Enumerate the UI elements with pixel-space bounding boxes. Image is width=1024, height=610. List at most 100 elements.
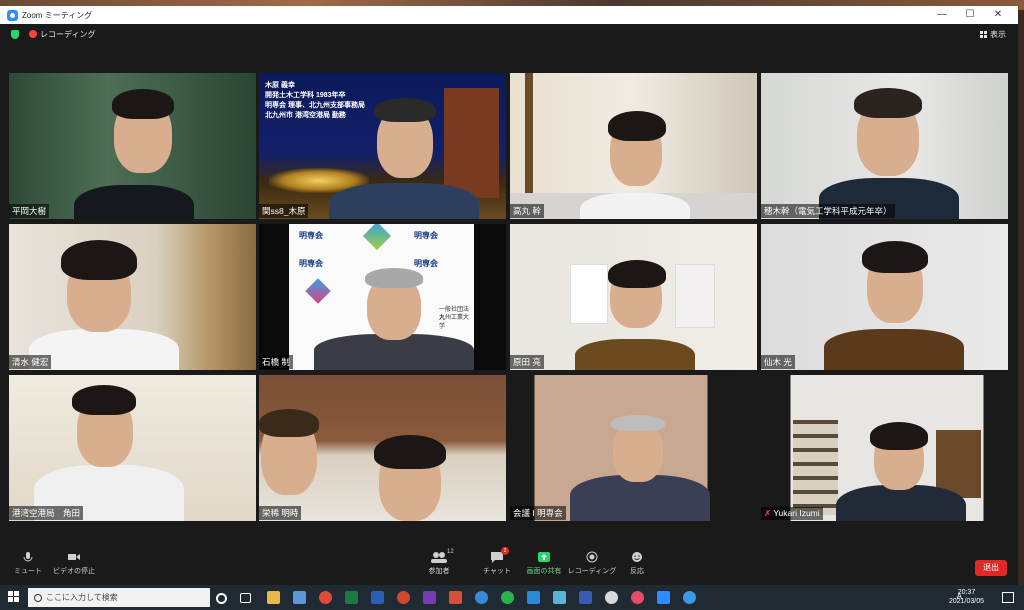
banner-text: 明専会 <box>414 231 438 240</box>
video-tile[interactable]: 原田 亮 <box>510 224 757 370</box>
meeting-topbar: レコーディング 表示 <box>0 24 1018 46</box>
app-icon[interactable] <box>553 591 566 604</box>
zoom-meeting-window: レコーディング 表示 平岡大樹 木原 義幸 開発土木工学科 1983年卒 明専会… <box>0 24 1018 585</box>
logo-icon <box>305 278 331 304</box>
onenote-icon[interactable] <box>423 591 436 604</box>
bookshelf <box>793 420 838 515</box>
mic-muted-icon: ✗ <box>764 508 774 518</box>
cortana-icon[interactable] <box>216 593 227 604</box>
chat-label: チャット <box>483 568 511 575</box>
record-label: レコーディング <box>567 568 617 575</box>
overlay-line: 木原 義幸 <box>265 82 295 89</box>
video-tile[interactable]: ✗ Yukari Izumi <box>761 375 1008 521</box>
video-tile[interactable]: 清水 健宏 <box>9 224 256 370</box>
video-tile[interactable]: 高丸 幹 <box>510 73 757 219</box>
recording-label: レコーディング <box>40 30 96 39</box>
participant-name: 清水 健宏 <box>9 355 52 369</box>
clock-time: 20:37 <box>957 589 976 596</box>
share-screen-button[interactable]: 画面の共有 <box>518 551 570 576</box>
app-icon[interactable] <box>579 591 592 604</box>
mute-button[interactable]: ミュート <box>2 551 54 576</box>
participant-name: 仙木 光 <box>761 355 795 369</box>
file-explorer-icon[interactable] <box>267 591 280 604</box>
video-tile[interactable]: 仙木 光 <box>761 224 1008 370</box>
video-tile[interactable]: 栄稀 明時 <box>259 375 506 521</box>
minimize-icon[interactable]: — <box>928 6 956 24</box>
participants-count: 12 <box>447 549 454 555</box>
reactions-label: 反応 <box>630 568 644 575</box>
video-tile[interactable]: 港湾空港局 角田 <box>9 375 256 521</box>
building-decor <box>444 88 499 198</box>
participant-name: 港湾空港局 角田 <box>9 506 84 520</box>
participant-name: 平岡大樹 <box>9 204 50 218</box>
windows-start-icon[interactable] <box>8 591 20 603</box>
store-icon[interactable] <box>293 591 306 604</box>
recording-icon <box>29 30 37 38</box>
taskbar-search-input[interactable]: ここに入力して検索 <box>28 588 210 607</box>
app-icon[interactable] <box>475 591 488 604</box>
view-button[interactable]: 表示 <box>980 29 1006 40</box>
itunes-icon[interactable] <box>631 591 644 604</box>
video-tile-active-speaker[interactable]: 会議 I 明専会 <box>510 375 757 521</box>
leave-button[interactable]: 退出 <box>975 560 1007 576</box>
participant-name: 石橋 制 <box>259 355 293 369</box>
participant-name: 栄稀 明時 <box>259 506 302 520</box>
video-tile[interactable]: 穂木幹（電気工学科平成元年卒） <box>761 73 1008 219</box>
participants-label: 参加者 <box>428 568 450 575</box>
search-icon <box>34 594 42 602</box>
overlay-line: 明専会 理事、北九州支部事務局 <box>265 102 365 109</box>
zoom-taskbar-icon[interactable] <box>657 591 670 604</box>
word-icon[interactable] <box>371 591 384 604</box>
video-tile[interactable]: 木原 義幸 開発土木工学科 1983年卒 明専会 理事、北九州支部事務局 北九州… <box>259 73 506 219</box>
window-titlebar: Zoom ミーティング — ☐ ✕ <box>0 6 1018 24</box>
clock-date: 2021/03/05 <box>948 598 984 605</box>
chat-button[interactable]: 2 チャット <box>471 547 523 576</box>
share-screen-label: 画面の共有 <box>526 568 562 575</box>
shield-icon[interactable] <box>11 30 19 39</box>
chat-badge: 2 <box>501 547 509 555</box>
reactions-button[interactable]: 反応 <box>611 551 663 576</box>
task-view-icon[interactable] <box>240 593 251 603</box>
video-tile[interactable]: 明専会 明専会 明専会 明専会 一般社団法人 九州工業大学 石橋 制 <box>259 224 506 370</box>
system-clock[interactable]: 20:37 2021/03/05 <box>949 588 984 606</box>
participant-name: ✗ Yukari Izumi <box>761 507 823 520</box>
photos-icon[interactable] <box>527 591 540 604</box>
logo-icon <box>362 224 392 251</box>
video-tile[interactable]: 平岡大樹 <box>9 73 256 219</box>
app-icon[interactable] <box>683 591 696 604</box>
video-camera-icon <box>48 551 100 563</box>
search-placeholder: ここに入力して検索 <box>46 593 118 602</box>
hanging-shirt <box>675 264 715 328</box>
mute-label: ミュート <box>14 568 42 575</box>
banner-text: 明専会 <box>299 259 323 268</box>
window-controls: — ☐ ✕ <box>928 6 1012 24</box>
close-icon[interactable]: ✕ <box>984 6 1012 24</box>
overlay-line: 開発土木工学科 1983年卒 <box>265 92 346 99</box>
banner-subtext: 九州工業大学 <box>439 315 470 330</box>
window-title: Zoom ミーティング <box>22 10 93 20</box>
zoom-app-icon <box>7 9 18 21</box>
profile-overlay: 木原 義幸 開発土木工学科 1983年卒 明専会 理事、北九州支部事務局 北九州… <box>265 81 365 121</box>
banner-text: 明専会 <box>414 259 438 268</box>
view-label: 表示 <box>990 30 1006 39</box>
line-icon[interactable] <box>501 591 514 604</box>
meeting-toolbar: ミュート ビデオの停止 12 参加者 2 チャット 画面の共有 レコーディング … <box>0 545 1018 585</box>
participant-name: 穂木幹（電気工学科平成元年卒） <box>761 204 895 218</box>
chrome-icon[interactable] <box>319 591 332 604</box>
maximize-icon[interactable]: ☐ <box>956 6 984 24</box>
overlay-line: 北九州市 港湾空港局 勤務 <box>265 112 346 119</box>
participant-name: 会議 I 明専会 <box>510 506 566 520</box>
smiley-icon <box>611 551 663 563</box>
participants-button[interactable]: 12 参加者 <box>413 549 465 576</box>
excel-icon[interactable] <box>345 591 358 604</box>
stop-video-button[interactable]: ビデオの停止 <box>48 551 100 576</box>
windows-taskbar: ここに入力して検索 A 20:37 2021/03/05 <box>0 585 1024 610</box>
grid-icon <box>980 31 987 38</box>
notification-icon[interactable] <box>1002 592 1014 603</box>
office-icon[interactable] <box>449 591 462 604</box>
share-screen-icon <box>518 551 570 563</box>
powerpoint-icon[interactable] <box>397 591 410 604</box>
app-icon[interactable] <box>605 591 618 604</box>
microphone-icon <box>2 551 54 563</box>
banner-text: 明専会 <box>299 231 323 240</box>
